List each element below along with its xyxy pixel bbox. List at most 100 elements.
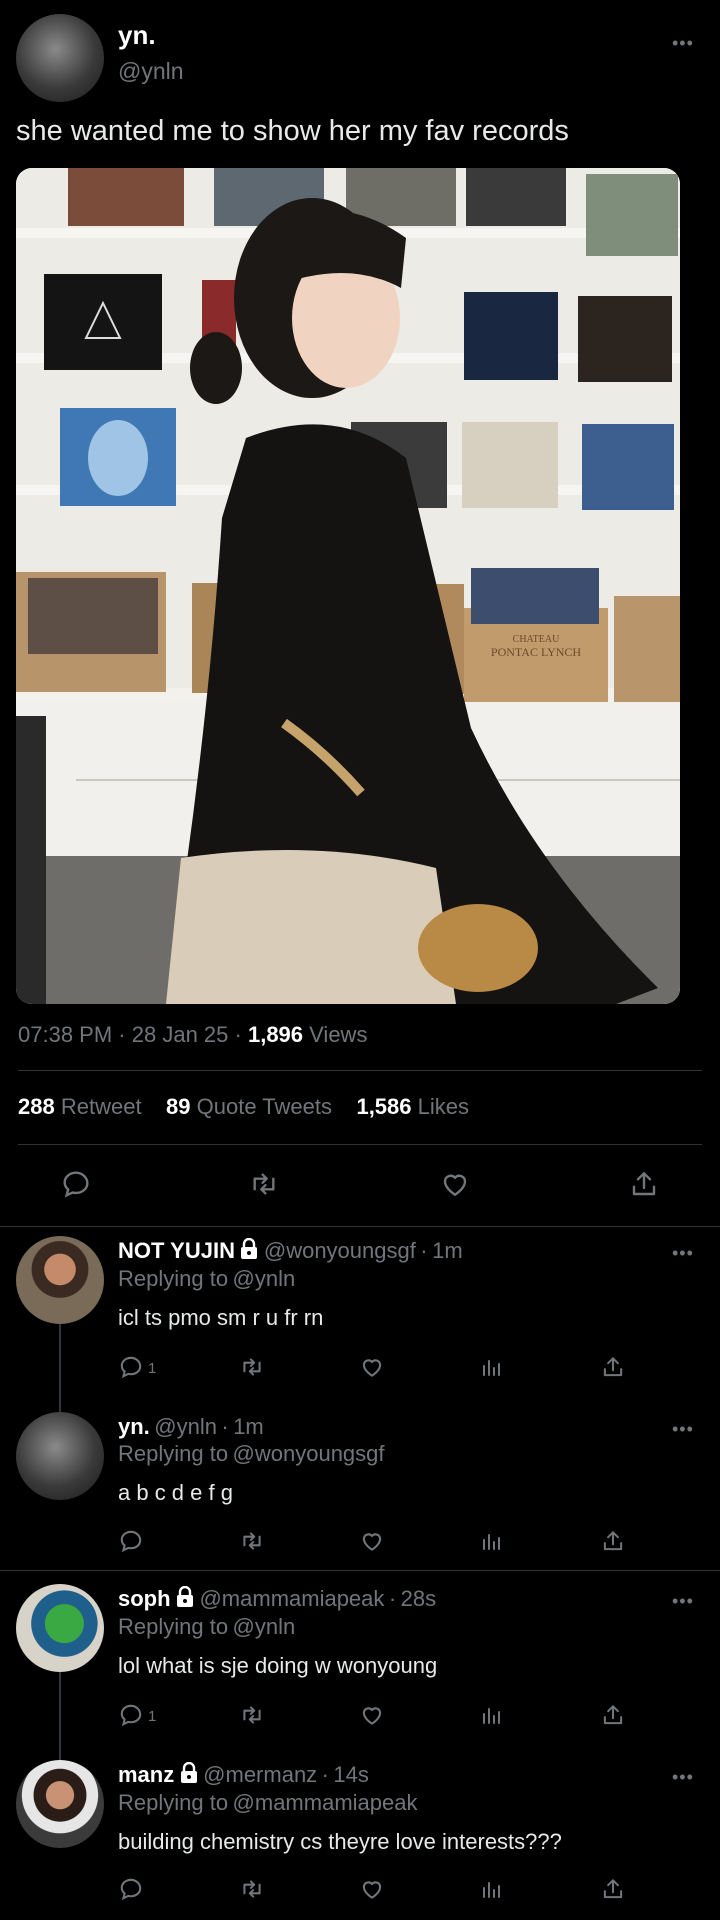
tweet-time: 07:38 PM (18, 1022, 113, 1047)
more-options-icon[interactable]: ••• (672, 1768, 694, 1786)
reply-header: manz @mermanz · 14s (118, 1761, 369, 1789)
retweet-label: Retweet (60, 1094, 142, 1119)
reply-author-handle[interactable]: @mammamiapeak (199, 1586, 384, 1611)
quote-label: Quote Tweets (196, 1094, 332, 1119)
replying-to-label: Replying to (118, 1614, 229, 1639)
share-icon[interactable] (600, 1354, 626, 1380)
replying-to: Replying to @wonyoungsgf (118, 1441, 385, 1467)
reply-text: building chemistry cs theyre love intere… (118, 1829, 562, 1854)
lock-icon (239, 1237, 259, 1265)
separator-dot: · (388, 1586, 397, 1611)
separator-dot: · (221, 1414, 229, 1439)
reply-text: icl ts pmo sm r u fr rn (118, 1305, 324, 1330)
reply-header: NOT YUJIN @wonyoungsgf · 1m (118, 1237, 463, 1265)
more-options-icon[interactable]: ••• (672, 1420, 694, 1438)
like-count: 1,586 (356, 1094, 412, 1119)
reply-icon[interactable] (118, 1876, 144, 1902)
reply-time: 1m (233, 1414, 264, 1439)
retweet-icon[interactable] (247, 1168, 281, 1200)
like-icon[interactable] (358, 1702, 386, 1728)
divider (0, 1226, 720, 1227)
thread-line (59, 1324, 61, 1412)
author-avatar[interactable] (16, 14, 104, 102)
like-icon[interactable] (358, 1528, 386, 1554)
reply-time: 28s (400, 1586, 437, 1611)
replying-to-label: Replying to (118, 1441, 229, 1466)
analytics-icon[interactable] (480, 1354, 504, 1380)
retweet-count: 288 (18, 1094, 55, 1119)
replying-to: Replying to @ynln (118, 1266, 295, 1292)
quotes-stat[interactable]: 89 Quote Tweets (166, 1094, 338, 1119)
tweet-stats: 288 Retweet 89 Quote Tweets 1,586 Likes (18, 1094, 469, 1120)
reply-time: 1m (432, 1238, 463, 1263)
like-icon[interactable] (438, 1168, 472, 1200)
lock-icon (179, 1761, 199, 1789)
replying-to-label: Replying to (118, 1266, 229, 1291)
reply-icon[interactable] (60, 1168, 92, 1200)
reply-header: yn. @ynln · 1m (118, 1414, 264, 1440)
thread-line (59, 1672, 61, 1760)
replying-to-handle[interactable]: @ynln (233, 1614, 296, 1639)
reply-author-handle[interactable]: @ynln (154, 1414, 217, 1439)
reply-author-name[interactable]: yn. (118, 1414, 150, 1439)
quote-count: 89 (166, 1094, 191, 1119)
share-icon[interactable] (600, 1702, 626, 1728)
replying-to: Replying to @mammamiapeak (118, 1790, 417, 1816)
reply-author-name[interactable]: soph (118, 1586, 171, 1611)
reply-icon[interactable] (118, 1354, 144, 1380)
reply-icon[interactable] (118, 1528, 144, 1554)
reply-text: a b c d e f g (118, 1480, 233, 1505)
separator-dot: · (321, 1762, 329, 1787)
reply-author-name[interactable]: NOT YUJIN (118, 1238, 235, 1263)
more-options-icon[interactable]: ••• (672, 1592, 694, 1610)
replying-to-label: Replying to (118, 1790, 229, 1815)
share-icon[interactable] (628, 1168, 660, 1200)
share-icon[interactable] (600, 1528, 626, 1554)
more-options-icon[interactable]: ••• (672, 1244, 694, 1262)
tweet-date: 28 Jan 25 (131, 1022, 229, 1047)
tweet-text: she wanted me to show her my fav records (16, 115, 569, 147)
reply-icon[interactable] (118, 1702, 144, 1728)
retweet-icon[interactable] (238, 1702, 266, 1728)
reply-author-handle[interactable]: @wonyoungsgf (264, 1238, 416, 1263)
lock-icon (175, 1585, 195, 1613)
analytics-icon[interactable] (480, 1528, 504, 1554)
reply-author-name[interactable]: manz (118, 1762, 174, 1787)
replying-to-handle[interactable]: @mammamiapeak (233, 1790, 418, 1815)
reply-time: 14s (333, 1762, 369, 1787)
divider (0, 1570, 720, 1571)
retweet-icon[interactable] (238, 1876, 266, 1902)
tweet-meta: 07:38 PM · 28 Jan 25 · 1,896 Views (18, 1022, 367, 1048)
meta-separator: · (118, 1022, 126, 1047)
analytics-icon[interactable] (480, 1702, 504, 1728)
separator-dot: · (420, 1238, 428, 1263)
views-count: 1,896 (247, 1022, 304, 1047)
share-icon[interactable] (600, 1876, 626, 1902)
views-label: Views (309, 1022, 368, 1047)
meta-separator: · (234, 1022, 242, 1047)
reply-avatar[interactable] (16, 1760, 104, 1848)
like-icon[interactable] (358, 1354, 386, 1380)
replying-to-handle[interactable]: @ynln (233, 1266, 296, 1291)
more-options-icon[interactable]: ••• (672, 34, 694, 52)
reply-author-handle[interactable]: @mermanz (203, 1762, 317, 1787)
reply-count: 1 (148, 1360, 157, 1377)
like-icon[interactable] (358, 1876, 386, 1902)
divider (18, 1070, 702, 1071)
replying-to-handle[interactable]: @wonyoungsgf (233, 1441, 385, 1466)
retweet-icon[interactable] (238, 1354, 266, 1380)
retweet-icon[interactable] (238, 1528, 266, 1554)
author-name[interactable]: yn. (118, 20, 156, 51)
tweet-photo[interactable]: CHATEAU PONTAC LYNCH (16, 168, 680, 1004)
reply-avatar[interactable] (16, 1236, 104, 1324)
reply-avatar[interactable] (16, 1584, 104, 1672)
reply-avatar[interactable] (16, 1412, 104, 1500)
likes-stat[interactable]: 1,586 Likes (356, 1094, 469, 1119)
replying-to: Replying to @ynln (118, 1614, 295, 1640)
author-handle[interactable]: @ynln (118, 58, 184, 85)
like-label: Likes (417, 1094, 469, 1119)
analytics-icon[interactable] (480, 1876, 504, 1902)
retweets-stat[interactable]: 288 Retweet (18, 1094, 148, 1119)
divider (18, 1144, 702, 1145)
bin-label-line1: CHATEAU (513, 634, 560, 645)
